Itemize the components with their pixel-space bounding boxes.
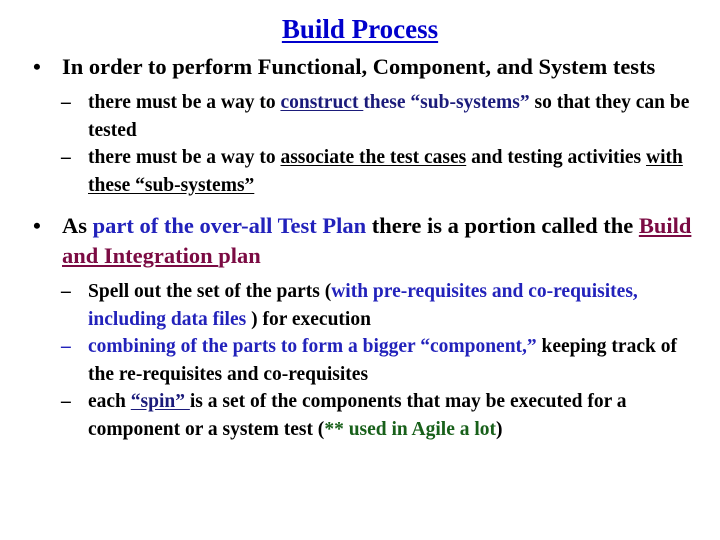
bullet-text: In order to perform Functional, Componen… [62, 54, 655, 79]
text-run: ) for execution [246, 308, 371, 330]
bullet-marker-icon: • [33, 213, 41, 238]
slide-body: • In order to perform Functional, Compone… [0, 52, 720, 443]
text-run: these “sub-systems” [363, 92, 535, 113]
page-title: Build Process [281, 14, 439, 44]
bullet-item-level2: – each “spin” is a set of the components … [0, 388, 720, 443]
bullet-text: there must be a way to associate the tes… [88, 147, 683, 196]
bullet-item-level2: – there must be a way to associate the te… [0, 144, 720, 199]
dash-marker-icon: – [61, 92, 71, 113]
text-run: plan [218, 243, 261, 268]
bullet-text: there must be a way to construct these “… [88, 92, 689, 141]
text-run: combining of the parts to form a bigger … [88, 336, 537, 357]
bullet-text: Spell out the set of the parts (with pre… [88, 281, 638, 330]
bullet-item-level2: – combining of the parts to form a bigger… [0, 333, 720, 388]
bullet-text: each “spin” is a set of the components t… [88, 391, 627, 440]
slide-canvas: Build Process • In order to perform Funct… [0, 0, 720, 540]
text-run: and testing activities [466, 147, 647, 168]
dash-marker-icon: – [61, 147, 71, 168]
text-run: associate the test cases [280, 147, 467, 168]
text-run: there must be a way to [88, 147, 281, 168]
bullet-item-level1: • As part of the over-all Test Plan there… [0, 211, 720, 271]
text-run: As [62, 213, 93, 238]
bullet-text: combining of the parts to form a bigger … [88, 336, 677, 385]
text-run: part of the over-all Test Plan [92, 213, 367, 238]
bullet-text: As part of the over-all Test Plan there … [62, 213, 691, 268]
text-run: In order to perform Functional, Componen… [62, 54, 656, 79]
dash-marker-icon: – [61, 281, 71, 302]
dash-marker-icon: – [61, 336, 71, 357]
text-run: there must be a way to [88, 92, 281, 113]
text-run: ) [496, 418, 503, 440]
bullet-marker-icon: • [33, 54, 41, 79]
dash-marker-icon: – [61, 391, 71, 412]
text-run: construct [280, 92, 364, 113]
text-run: there is a portion called the [366, 213, 639, 238]
bullet-item-level1: • In order to perform Functional, Compone… [0, 52, 720, 82]
text-run: ** used in Agile a lot [324, 418, 497, 440]
bullet-item-level2: – Spell out the set of the parts (with pr… [0, 278, 720, 333]
text-run: each [88, 391, 131, 412]
text-run: Spell out the set of the parts ( [88, 281, 332, 302]
text-run: “spin” [130, 391, 190, 412]
bullet-item-level2: – there must be a way to construct these … [0, 89, 720, 144]
